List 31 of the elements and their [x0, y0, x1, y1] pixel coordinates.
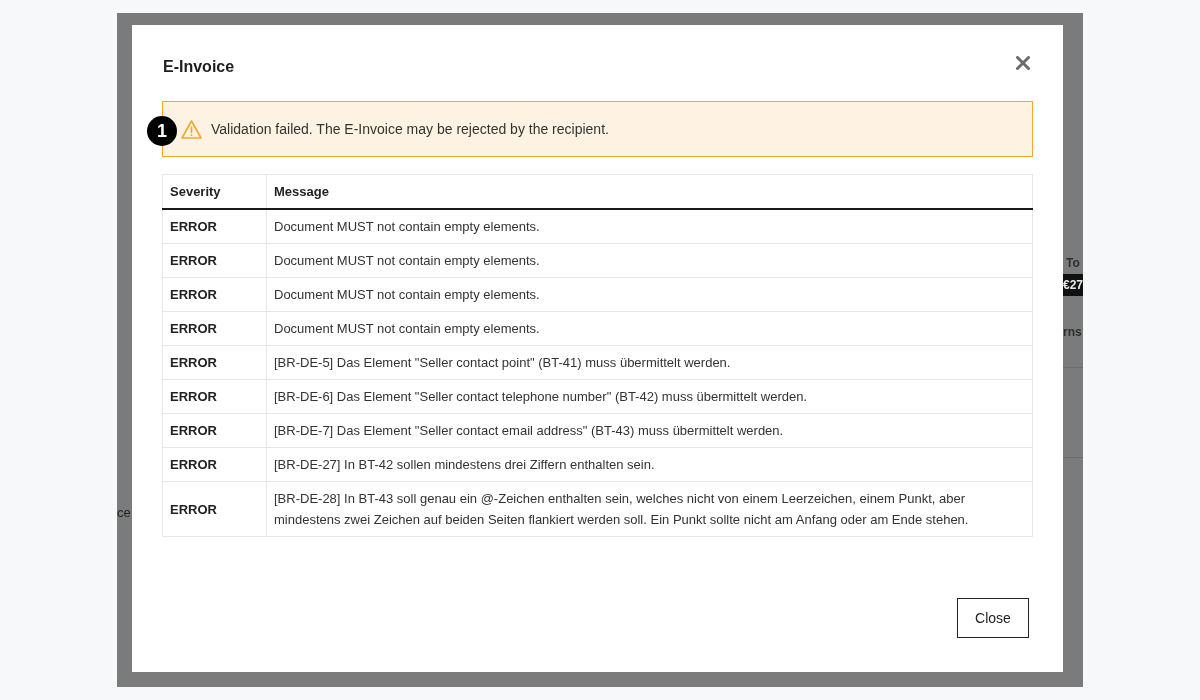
amount-chip: €27	[1063, 274, 1083, 296]
dialog-title: E-Invoice	[163, 57, 235, 77]
close-button[interactable]	[1016, 56, 1030, 70]
table-cell: Document MUST not contain empty elements.	[266, 277, 1033, 312]
table-cell: ERROR	[162, 243, 267, 278]
column-header: Severity	[162, 174, 267, 209]
table-cell: ERROR	[162, 311, 267, 346]
table-cell: [BR-DE-27] In BT-42 sollen mindestens drei Ziffern enthalten sein.	[266, 447, 1033, 482]
table-cell: [BR-DE-5] Das Element "Seller contact point" (BT-41) muss übermittelt werden.	[266, 345, 1033, 380]
column-header: Message	[266, 174, 1033, 209]
table-cell: Document MUST not contain empty elements.	[266, 243, 1033, 278]
table-cell: [BR-DE-28] In BT-43 soll genau ein @-Zeichen enthalten sein, welches nicht von einem Leerzeichen, einem Punkt, aber mindestens zwei Zeichen auf beiden Seiten flankiert werden soll. Ein Punkt sollte nicht am Anfang oder am Ende stehen.	[266, 481, 1033, 537]
background-label: To	[1065, 255, 1080, 271]
table-cell: ERROR	[162, 447, 267, 482]
alert-message: Validation failed. The E-Invoice may be rejected by the recipient.	[211, 121, 609, 137]
table-cell: ERROR	[162, 345, 267, 380]
step-marker: 1	[147, 116, 177, 146]
table-cell: [BR-DE-7] Das Element "Seller contact email address" (BT-43) muss übermittelt werden.	[266, 413, 1033, 448]
table-cell: Document MUST not contain empty elements.	[266, 311, 1033, 346]
table-cell: [BR-DE-6] Das Element "Seller contact telephone number" (BT-42) muss übermittelt werden.	[266, 379, 1033, 414]
table-cell: ERROR	[162, 413, 267, 448]
table-cell: ERROR	[162, 379, 267, 414]
close-icon	[1016, 56, 1030, 70]
table-cell: Document MUST not contain empty elements.	[266, 209, 1033, 244]
background-label: rns	[1063, 324, 1082, 340]
background-text: ce	[117, 505, 132, 521]
table-cell: ERROR	[162, 277, 267, 312]
table-cell: ERROR	[162, 209, 267, 244]
table-cell: ERROR	[162, 481, 267, 537]
warning-icon	[181, 119, 202, 139]
close-button[interactable]: Close	[957, 598, 1029, 638]
